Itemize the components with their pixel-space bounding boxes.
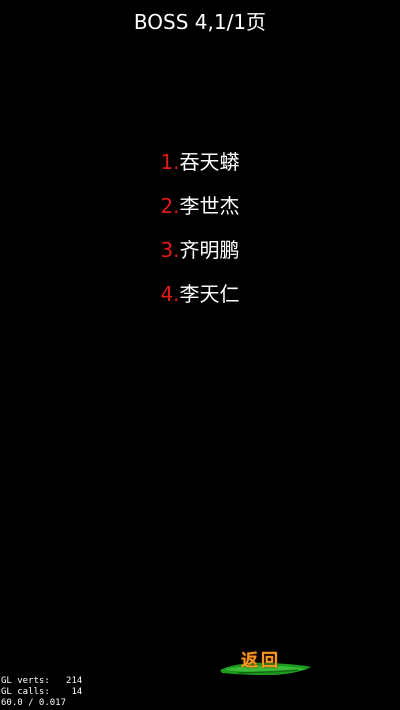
list-item[interactable]: 4. 李天仁 bbox=[0, 272, 400, 316]
debug-line: GL verts: 214 bbox=[1, 676, 83, 686]
boss-name: 李天仁 bbox=[179, 282, 240, 306]
debug-line: GL calls: 14 bbox=[1, 687, 83, 697]
boss-number: 2. bbox=[160, 194, 180, 218]
list-item[interactable]: 3. 齐明鹏 bbox=[0, 228, 400, 272]
boss-name: 李世杰 bbox=[179, 194, 240, 218]
boss-number: 3. bbox=[160, 238, 180, 262]
back-button[interactable]: 返回 bbox=[218, 648, 314, 680]
page-title: BOSS 4,1/1页 bbox=[133, 10, 267, 34]
list-item[interactable]: 1. 吞天蟒 bbox=[0, 140, 400, 184]
boss-name: 齐明鹏 bbox=[179, 238, 240, 262]
list-item[interactable]: 2. 李世杰 bbox=[0, 184, 400, 228]
back-button-label: 返回 bbox=[241, 651, 281, 671]
boss-name: 吞天蟒 bbox=[179, 150, 240, 174]
boss-number: 4. bbox=[160, 282, 180, 306]
boss-number: 1. bbox=[160, 150, 180, 174]
debug-stats: GL verts: 214 GL calls: 14 60.0 / 0.017 bbox=[1, 676, 82, 709]
debug-line: 60.0 / 0.017 bbox=[1, 698, 67, 708]
boss-list: 1. 吞天蟒 2. 李世杰 3. 齐明鹏 4. 李天仁 bbox=[0, 140, 400, 316]
